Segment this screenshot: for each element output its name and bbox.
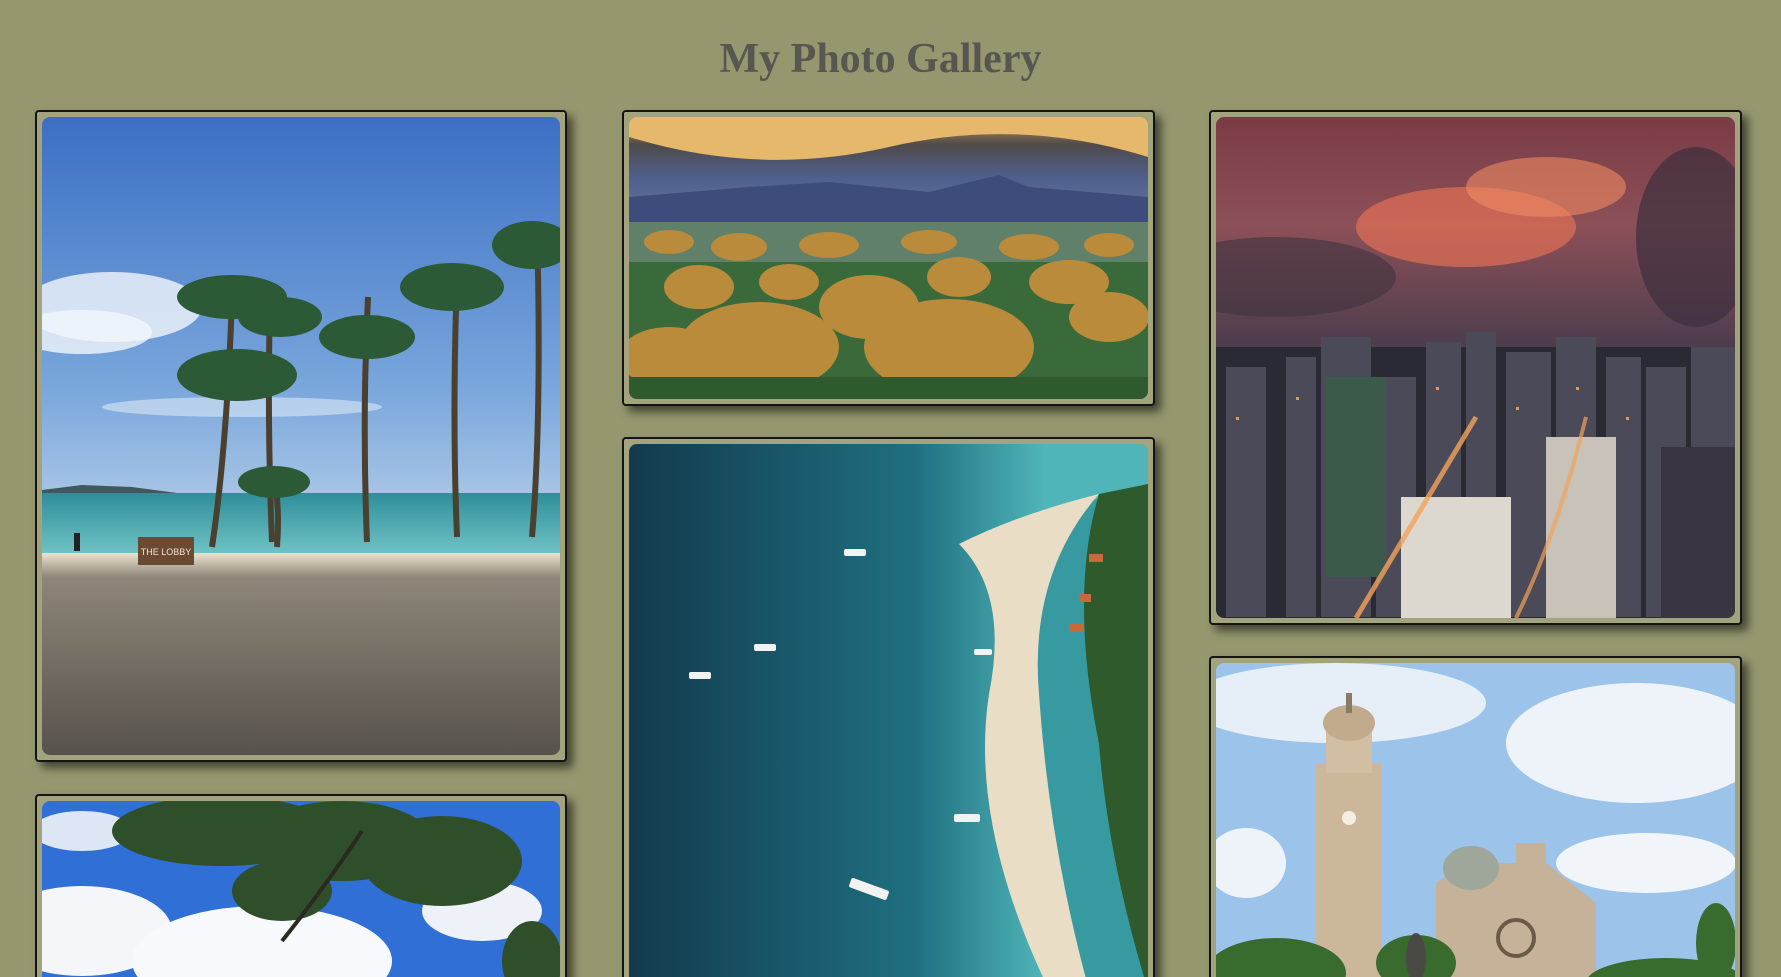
photo-card-hills[interactable]	[622, 110, 1155, 406]
chocolate-hills-photo[interactable]	[629, 117, 1148, 399]
photo-card-cathedral[interactable]	[1209, 656, 1742, 977]
aerial-beach-boats-photo[interactable]	[629, 444, 1148, 977]
photo-card-leaves[interactable]	[35, 794, 567, 977]
photo-card-beach[interactable]: THE LOBBY	[35, 110, 567, 762]
gallery-page: My Photo Gallery THE LOBBY	[0, 0, 1781, 977]
beach-palm-trees-photo[interactable]: THE LOBBY	[42, 117, 560, 755]
palm-leaves-sky-photo[interactable]	[42, 801, 560, 977]
city-skyline-photo[interactable]	[1216, 117, 1735, 618]
page-title: My Photo Gallery	[719, 36, 1042, 82]
photo-card-city[interactable]	[1209, 110, 1742, 625]
beach-sign-text: THE LOBBY	[141, 547, 192, 557]
cathedral-photo[interactable]	[1216, 663, 1735, 977]
photo-card-aerial-beach[interactable]	[622, 437, 1155, 977]
